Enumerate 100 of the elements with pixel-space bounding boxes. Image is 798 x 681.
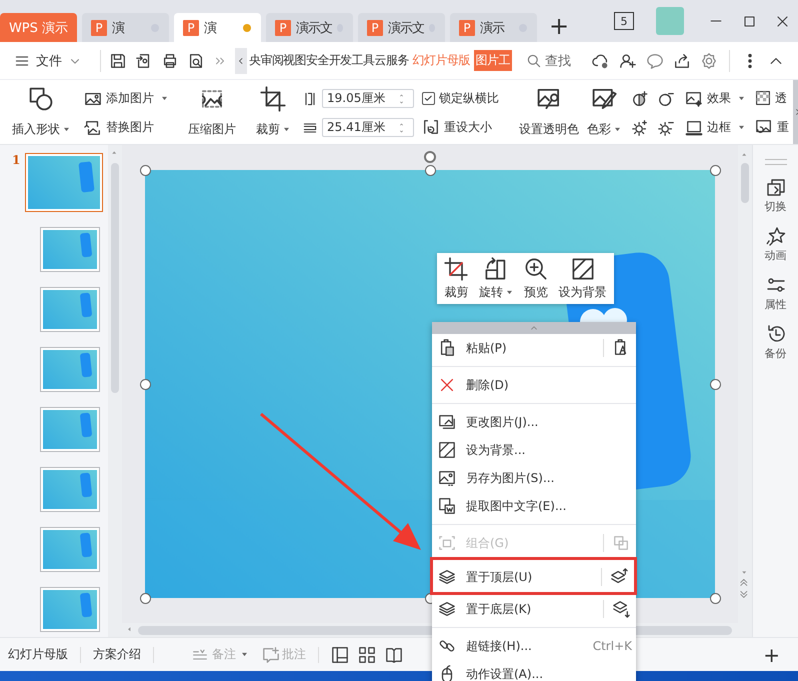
brightness-up-icon[interactable] xyxy=(631,118,649,136)
resize-handle[interactable] xyxy=(710,165,721,176)
add-user-icon[interactable] xyxy=(619,52,637,70)
compress-picture-button[interactable]: 压缩图片 xyxy=(184,84,240,142)
status-bar-button[interactable]: 幻灯片母版 xyxy=(8,646,68,663)
layers-down-icon[interactable] xyxy=(612,600,630,618)
resize-handle[interactable] xyxy=(710,379,721,390)
lock-ratio-checkbox[interactable]: 锁定纵横比 xyxy=(422,90,499,107)
zoom-in-icon[interactable] xyxy=(524,256,548,280)
ribbon-tab[interactable]: 开发工具 xyxy=(328,50,374,71)
side-panel-button[interactable]: 切换 xyxy=(764,177,786,214)
document-tab[interactable]: P 演 xyxy=(82,13,169,42)
caret-icon[interactable] xyxy=(738,125,745,130)
settings-icon[interactable] xyxy=(700,52,718,70)
rotate-handle[interactable] xyxy=(424,151,436,163)
menu-item[interactable]: 动作设置(A)... xyxy=(432,660,636,681)
menu-item[interactable]: 删除(D) xyxy=(432,371,636,399)
menu-item[interactable]: 置于顶层(U) xyxy=(433,563,634,591)
caret-icon[interactable] xyxy=(283,127,290,132)
layers-icon[interactable] xyxy=(438,568,456,586)
contrast-up-icon[interactable] xyxy=(631,90,649,108)
normal-view-icon[interactable] xyxy=(331,646,349,664)
picture-swap-icon[interactable] xyxy=(84,118,102,136)
set-transparent-color-button[interactable]: 设置透明色 xyxy=(515,84,583,142)
picture-swap-icon[interactable] xyxy=(438,413,456,431)
toolbar-button[interactable]: 裁剪 xyxy=(444,256,468,300)
grid-view-icon[interactable] xyxy=(358,646,376,664)
menu-item[interactable]: 提取图中文字(E)... xyxy=(432,492,636,520)
slide-thumbnail[interactable] xyxy=(40,467,100,512)
toolbar-button[interactable]: 设为背景 xyxy=(558,256,607,300)
caret-icon[interactable] xyxy=(63,127,70,132)
ribbon-tab[interactable]: 审阅 xyxy=(260,50,284,71)
color-button[interactable]: 色彩 xyxy=(583,84,625,142)
resize-handle[interactable] xyxy=(140,593,151,604)
menu-item[interactable]: 设为背景... xyxy=(432,436,636,464)
menu-item[interactable]: 另存为图片(S)... xyxy=(432,464,636,492)
ribbon-tab[interactable]: 云服务 xyxy=(374,50,409,71)
effects-button[interactable]: 效果 xyxy=(685,90,745,108)
reset-picture-button[interactable]: 重 xyxy=(755,118,789,136)
switch-icon[interactable] xyxy=(766,177,786,197)
insert-shape-button[interactable]: 插入形状 xyxy=(8,84,74,142)
border-button[interactable]: 边框 xyxy=(685,118,745,136)
menu-item[interactable]: 置于底层(K) xyxy=(432,595,636,623)
zoom-in-button[interactable]: + xyxy=(763,644,780,664)
reading-view-icon[interactable] xyxy=(385,646,403,664)
caret-icon[interactable] xyxy=(614,127,621,132)
resize-handle[interactable] xyxy=(710,593,721,604)
picture-pen-icon[interactable] xyxy=(536,86,562,112)
menu-item[interactable]: 超链接(H)... Ctrl+K xyxy=(432,632,636,660)
cloud-icon[interactable] xyxy=(592,52,610,70)
replace-picture-button[interactable]: 替换图片 xyxy=(84,118,168,136)
slide-thumbnail[interactable] xyxy=(40,527,100,572)
add-picture-button[interactable]: 添加图片 xyxy=(84,90,168,108)
close-icon[interactable] xyxy=(775,14,790,28)
close-icon[interactable] xyxy=(438,376,456,394)
document-tab[interactable]: P 演示文 xyxy=(358,13,445,42)
print-preview-icon[interactable] xyxy=(187,52,205,70)
picture-brush-icon[interactable] xyxy=(591,86,617,112)
picture-icon[interactable] xyxy=(438,469,456,487)
side-panel-button[interactable]: 动画 xyxy=(764,226,786,263)
slide-thumbnail[interactable] xyxy=(40,227,100,272)
hatched-square-icon[interactable] xyxy=(438,441,456,459)
menu-item[interactable]: 更改图片(J)... xyxy=(432,408,636,436)
ribbon-tab[interactable]: 视图 xyxy=(283,50,306,71)
scrollbar-thumb[interactable] xyxy=(111,163,119,393)
window-count-button[interactable]: 5 xyxy=(614,12,634,30)
maximize-icon[interactable] xyxy=(742,14,757,28)
share-icon[interactable] xyxy=(673,52,691,70)
search-icon[interactable] xyxy=(526,52,542,68)
document-tab[interactable]: P 演示 xyxy=(450,13,537,42)
document-tab[interactable]: P 演 xyxy=(174,13,261,42)
crop-button[interactable]: 裁剪 xyxy=(252,84,294,142)
resize-handle[interactable] xyxy=(425,165,436,176)
side-panel-button[interactable]: 属性 xyxy=(764,275,786,312)
document-tab[interactable]: P 演示文 xyxy=(266,13,353,42)
caret-icon[interactable] xyxy=(161,96,168,101)
transparency-button[interactable]: 透 xyxy=(755,90,789,107)
checkbox[interactable] xyxy=(422,92,435,105)
search-button[interactable]: 查找 xyxy=(526,52,571,70)
crop-icon[interactable] xyxy=(260,86,286,112)
slide-thumbnail[interactable] xyxy=(25,153,103,212)
save-icon[interactable] xyxy=(109,52,127,70)
reset-size-button[interactable]: 重设大小 xyxy=(422,118,499,136)
slide-thumbnail[interactable] xyxy=(40,347,100,392)
paste-icon[interactable] xyxy=(438,339,456,357)
shape-icon[interactable] xyxy=(28,86,54,112)
slide-thumbnail[interactable] xyxy=(40,587,100,632)
slide-thumbnail[interactable] xyxy=(40,407,100,452)
width-field[interactable]: 25.41厘米 xyxy=(322,118,414,137)
hatched-square-icon[interactable] xyxy=(570,256,595,280)
caret-icon[interactable] xyxy=(506,290,514,294)
star-icon[interactable] xyxy=(766,226,786,246)
print-icon[interactable] xyxy=(161,52,179,70)
side-panel-button[interactable]: 备份 xyxy=(764,324,786,361)
status-bar-button[interactable]: 方案介绍 xyxy=(93,646,141,663)
caret-icon[interactable] xyxy=(738,96,745,101)
scrollbar-thumb[interactable] xyxy=(741,163,749,203)
ribbon-tab[interactable]: 央 xyxy=(249,50,260,71)
height-field[interactable]: 19.05厘米 xyxy=(322,89,414,108)
resize-handle[interactable] xyxy=(140,165,151,176)
